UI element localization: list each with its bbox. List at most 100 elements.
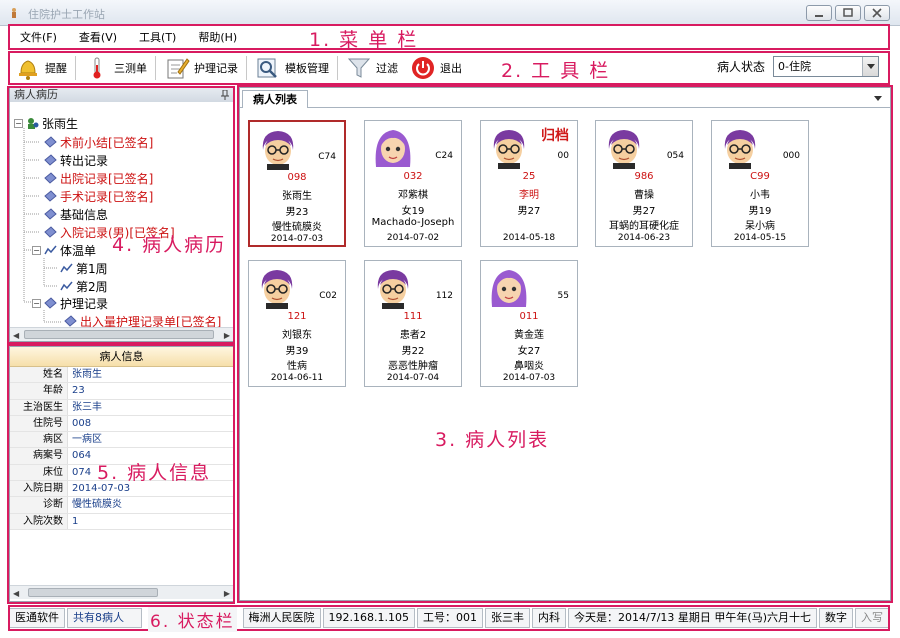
chart-node-icon xyxy=(60,281,73,290)
chevron-down-icon[interactable] xyxy=(874,96,882,101)
patient-card[interactable]: C74 098 张雨生 男23 慢性硫膜炎 2014-07-03 xyxy=(248,120,346,247)
scroll-left-icon[interactable]: ◀ xyxy=(13,589,19,598)
template-manage-button[interactable]: 模板管理 xyxy=(249,54,335,82)
chevron-down-icon xyxy=(862,57,878,76)
pencil-note-icon xyxy=(167,58,190,79)
card-name: 黄金莲 xyxy=(514,330,544,341)
tree-item-preop-summary[interactable]: 术前小结[已签名] xyxy=(44,133,153,151)
tree-horizontal-scrollbar[interactable]: ◀ ▶ xyxy=(10,327,233,341)
card-bed: 054 xyxy=(666,151,684,161)
reminder-label: 提醒 xyxy=(45,62,67,75)
tab-patient-list[interactable]: 病人列表 xyxy=(242,90,308,108)
scroll-right-icon[interactable]: ▶ xyxy=(224,589,230,598)
nursing-record-button[interactable]: 护理记录 xyxy=(158,54,244,82)
minimize-icon xyxy=(815,15,823,17)
card-date: 2014-07-02 xyxy=(386,233,440,243)
patient-card[interactable]: 000 C99 小韦 男19 呆小病 2014-05-15 xyxy=(711,120,809,247)
magnifier-doc-icon xyxy=(257,58,277,78)
tree-root-patient[interactable]: − 张雨生 xyxy=(14,114,78,132)
filter-label: 过滤 xyxy=(376,62,398,75)
card-diagnosis: 性病 xyxy=(287,361,307,372)
scrollbar-thumb[interactable] xyxy=(24,330,214,339)
card-date: 2014-06-11 xyxy=(270,373,324,383)
tree-item-temperature-chart[interactable]: − 体温单 xyxy=(32,241,96,259)
card-diagnosis: 耳蜗的耳硬化症 xyxy=(609,221,679,232)
female-avatar-icon xyxy=(491,270,527,307)
patient-card[interactable]: 00 归档 25 李明 男27 2014-05-18 xyxy=(480,120,578,247)
menu-bar-annotation: 1. 菜 单 栏 xyxy=(309,29,419,51)
tree-item-discharge-record[interactable]: 出院记录[已签名] xyxy=(44,169,153,187)
menu-help[interactable]: 帮助(H) xyxy=(187,26,248,50)
card-bed: C74 xyxy=(318,152,336,162)
tree-item-week-1[interactable]: 第1周 xyxy=(60,259,108,277)
male-avatar-icon xyxy=(262,131,294,170)
card-name: 李明 xyxy=(519,190,539,201)
menu-bar: 文件(F) 查看(V) 工具(T) 帮助(H) xyxy=(9,26,889,50)
avatar xyxy=(489,267,529,309)
card-diagnosis: 呆小病 xyxy=(745,221,775,232)
info-row-diagnosis: 诊断 慢性硫膜炎 xyxy=(10,497,233,514)
avatar xyxy=(604,127,644,169)
maximize-button[interactable] xyxy=(835,5,861,21)
scroll-left-icon[interactable]: ◀ xyxy=(13,331,19,340)
male-avatar-icon xyxy=(261,270,293,309)
avatar xyxy=(258,128,298,170)
patient-card[interactable]: 55 011 黄金莲 女27 鼻咽炎 2014-07-03 xyxy=(480,260,578,387)
status-staff-name: 张三丰 xyxy=(485,608,531,628)
tab-strip: 病人列表 xyxy=(240,88,890,108)
reminder-button[interactable]: 提醒 xyxy=(9,54,73,82)
tree-item-week-2[interactable]: 第2周 xyxy=(60,277,108,295)
vital-signs-button[interactable]: 三测单 xyxy=(78,54,153,82)
info-row-ward: 病区 一病区 xyxy=(10,432,233,449)
card-number: 011 xyxy=(519,311,539,322)
card-diagnosis: 慢性硫膜炎 xyxy=(272,222,322,233)
card-date: 2014-07-03 xyxy=(270,234,324,244)
menu-tools[interactable]: 工具(T) xyxy=(128,26,187,50)
status-staff-no: 工号：001 xyxy=(417,608,484,628)
patient-card[interactable]: C24 032 邓紫棋 女19 Machado-Joseph 2014-07-02 xyxy=(364,120,462,247)
patient-card[interactable]: C02 121 刘银东 男39 性病 2014-06-11 xyxy=(248,260,346,387)
doc-node-icon xyxy=(44,153,57,166)
record-tree-title: 病人病历 xyxy=(10,88,233,102)
bell-icon xyxy=(19,60,37,80)
card-name: 患者2 xyxy=(399,330,427,341)
scrollbar-thumb[interactable] xyxy=(28,588,158,597)
minimize-button[interactable] xyxy=(806,5,832,21)
info-horizontal-scrollbar[interactable]: ◀ ▶ xyxy=(10,585,233,599)
tree-item-basic-info[interactable]: 基础信息 xyxy=(44,205,108,223)
window-title: 住院护士工作站 xyxy=(28,8,105,21)
exit-button[interactable]: 退出 xyxy=(404,54,468,82)
info-row-age: 年龄 23 xyxy=(10,383,233,400)
patient-status-label: 病人状态 xyxy=(716,60,765,74)
card-sex-age: 女27 xyxy=(517,346,541,357)
avatar xyxy=(720,127,760,169)
card-date: 2014-07-03 xyxy=(502,373,556,383)
card-bed: 00 xyxy=(557,151,569,161)
status-bar-annotation: 6. 状态栏 xyxy=(148,607,237,632)
funnel-icon xyxy=(347,58,371,78)
info-row-admission-no: 住院号 008 xyxy=(10,415,233,433)
tree-item-surgery-record[interactable]: 手术记录[已签名] xyxy=(44,187,153,205)
pin-icon[interactable] xyxy=(221,90,229,100)
doc-node-icon xyxy=(44,225,57,238)
patient-card[interactable]: 054 986 曹操 男27 耳蜗的耳硬化症 2014-06-23 xyxy=(595,120,693,247)
filter-button[interactable]: 过滤 xyxy=(340,54,404,82)
close-button[interactable] xyxy=(864,5,890,21)
card-name: 张雨生 xyxy=(282,191,312,202)
maximize-icon xyxy=(843,8,853,17)
card-bed: 112 xyxy=(435,291,453,301)
patient-card[interactable]: 112 111 患者2 男22 恶恶性肿瘤 2014-07-04 xyxy=(364,260,462,387)
patient-status-select[interactable]: 0-住院 xyxy=(773,56,879,77)
doc-node-icon xyxy=(44,207,57,220)
status-company: 医通软件 xyxy=(9,608,65,628)
patient-status-value: 0-住院 xyxy=(778,60,811,73)
tree-item-transfer-record[interactable]: 转出记录 xyxy=(44,151,108,169)
scroll-right-icon[interactable]: ▶ xyxy=(224,331,230,340)
card-name: 小韦 xyxy=(750,190,770,201)
card-sex-age: 男27 xyxy=(632,206,656,217)
tree-item-nursing-record[interactable]: − 护理记录 xyxy=(32,294,108,312)
menu-view[interactable]: 查看(V) xyxy=(68,26,128,50)
status-num-lock: 数字 xyxy=(819,608,853,628)
menu-file[interactable]: 文件(F) xyxy=(9,26,68,50)
card-name: 刘银东 xyxy=(282,330,312,341)
